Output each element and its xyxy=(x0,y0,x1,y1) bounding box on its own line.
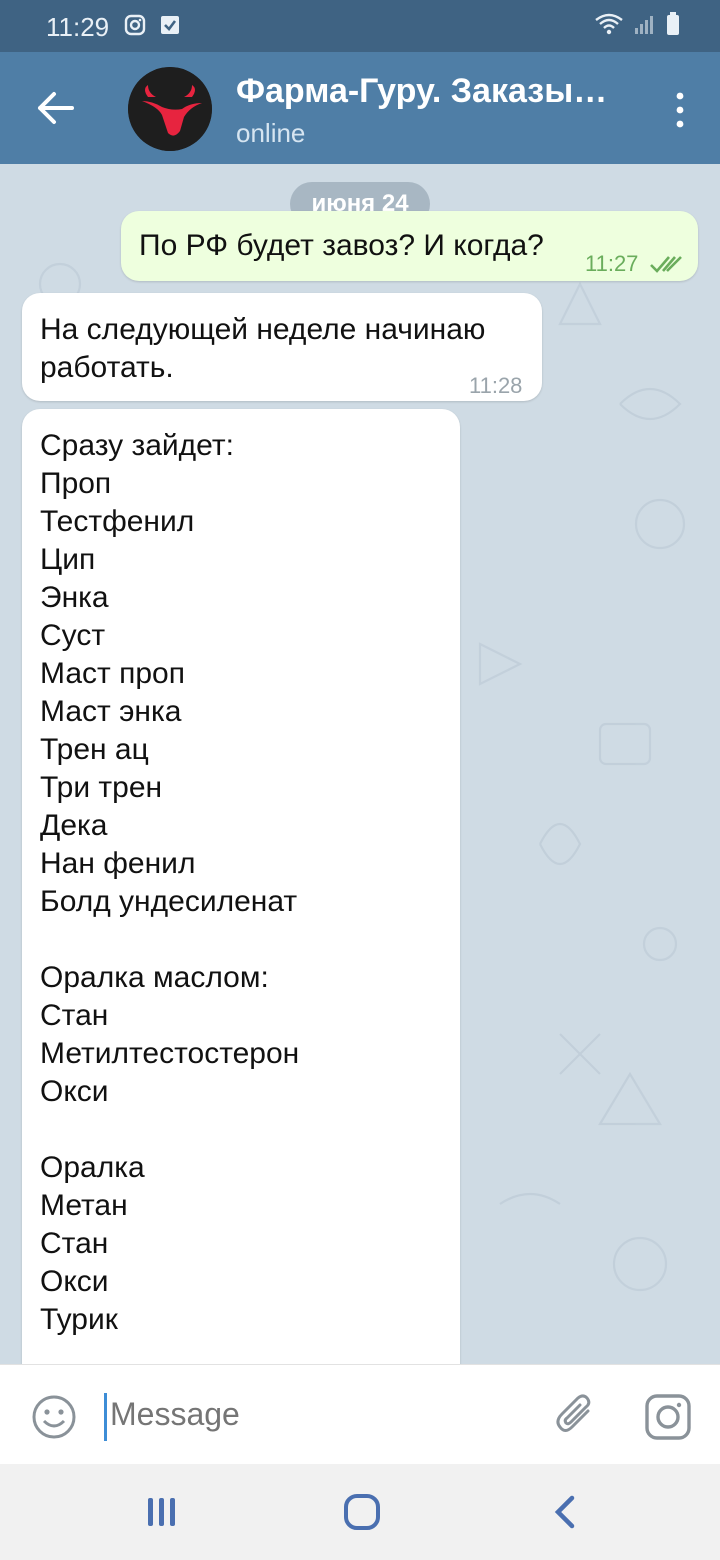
instagram-icon xyxy=(124,14,146,41)
checkbox-notification-icon xyxy=(160,14,180,41)
kebab-menu-icon xyxy=(676,92,684,128)
message-line: Тестфенил xyxy=(40,505,195,538)
message-line: Энка xyxy=(40,581,109,614)
avatar[interactable] xyxy=(128,67,212,151)
message-line: Маст проп xyxy=(40,657,185,690)
system-navigation-bar xyxy=(0,1464,720,1560)
message-line: Оралка xyxy=(40,1151,145,1184)
message-line: Цип xyxy=(40,543,96,576)
message-line: Сразу зайдет: xyxy=(40,429,234,462)
message-text: По РФ будет завоз? И когда? xyxy=(139,229,544,262)
message-line: Три трен xyxy=(40,771,163,804)
wifi-icon xyxy=(594,12,624,41)
message-line: На следующей неделе начинаю xyxy=(40,313,486,346)
message-line: Болд ундесиленат xyxy=(40,885,298,918)
message-line: Оралка маслом: xyxy=(40,961,269,994)
home-button[interactable] xyxy=(342,1492,382,1532)
message-text: Сразу зайдет: Проп Тестфенил Цип Энка Су… xyxy=(40,427,299,1339)
chevron-left-icon xyxy=(554,1495,575,1529)
emoji-button[interactable] xyxy=(30,1393,78,1441)
message-line: Турик xyxy=(40,1303,118,1336)
signal-icon xyxy=(634,13,656,40)
message-line: Метилтестостерон xyxy=(40,1037,300,1070)
message-line: работать. xyxy=(40,351,174,384)
message-input[interactable] xyxy=(108,1395,492,1434)
chat-header: Фарма-Гуру. Заказы… online xyxy=(0,52,720,164)
camera-icon xyxy=(645,1394,691,1440)
message-line: Нан фенил xyxy=(40,847,196,880)
message-time: 11:27 xyxy=(585,251,639,276)
message-line: Проп xyxy=(40,467,112,500)
smiley-icon xyxy=(32,1395,76,1439)
paperclip-icon xyxy=(556,1394,591,1432)
camera-button[interactable] xyxy=(644,1393,692,1441)
text-cursor xyxy=(104,1393,107,1441)
back-button[interactable] xyxy=(30,82,82,134)
chat-area[interactable]: июня 24 По РФ будет завоз? И когда? 11:2… xyxy=(0,164,720,1364)
message-input-bar xyxy=(0,1364,720,1465)
recent-apps-icon xyxy=(148,1498,175,1526)
message-line: Стан xyxy=(40,999,109,1032)
bull-logo-icon xyxy=(128,67,212,151)
chat-online-status: online xyxy=(236,118,306,148)
message-line: Суст xyxy=(40,619,106,652)
more-options-button[interactable] xyxy=(670,90,690,130)
arrow-left-icon xyxy=(38,92,74,124)
recent-apps-button[interactable] xyxy=(142,1492,182,1532)
chat-title[interactable]: Фарма-Гуру. Заказы… xyxy=(236,72,616,111)
message-line: Окси xyxy=(40,1265,109,1298)
incoming-message[interactable]: На следующей неделе начинаю работать. 11… xyxy=(22,293,542,401)
message-line: Метан xyxy=(40,1189,128,1222)
home-icon xyxy=(344,1494,380,1530)
status-bar: 11:29 xyxy=(0,0,720,52)
attach-button[interactable] xyxy=(552,1391,600,1439)
message-line: Маст энка xyxy=(40,695,182,728)
message-line xyxy=(40,921,299,959)
message-line: Дека xyxy=(40,809,108,842)
incoming-message-list[interactable]: Сразу зайдет: Проп Тестфенил Цип Энка Су… xyxy=(22,409,460,1364)
back-nav-button[interactable] xyxy=(546,1492,586,1532)
battery-icon xyxy=(666,12,680,41)
message-line xyxy=(40,1111,299,1149)
message-line: Окси xyxy=(40,1075,109,1108)
message-time: 11:28 xyxy=(469,373,523,398)
double-check-icon xyxy=(649,247,685,285)
message-line: Трен ац xyxy=(40,733,149,766)
message-line: Стан xyxy=(40,1227,109,1260)
status-time: 11:29 xyxy=(46,12,110,42)
outgoing-message[interactable]: По РФ будет завоз? И когда? 11:27 xyxy=(121,211,698,281)
